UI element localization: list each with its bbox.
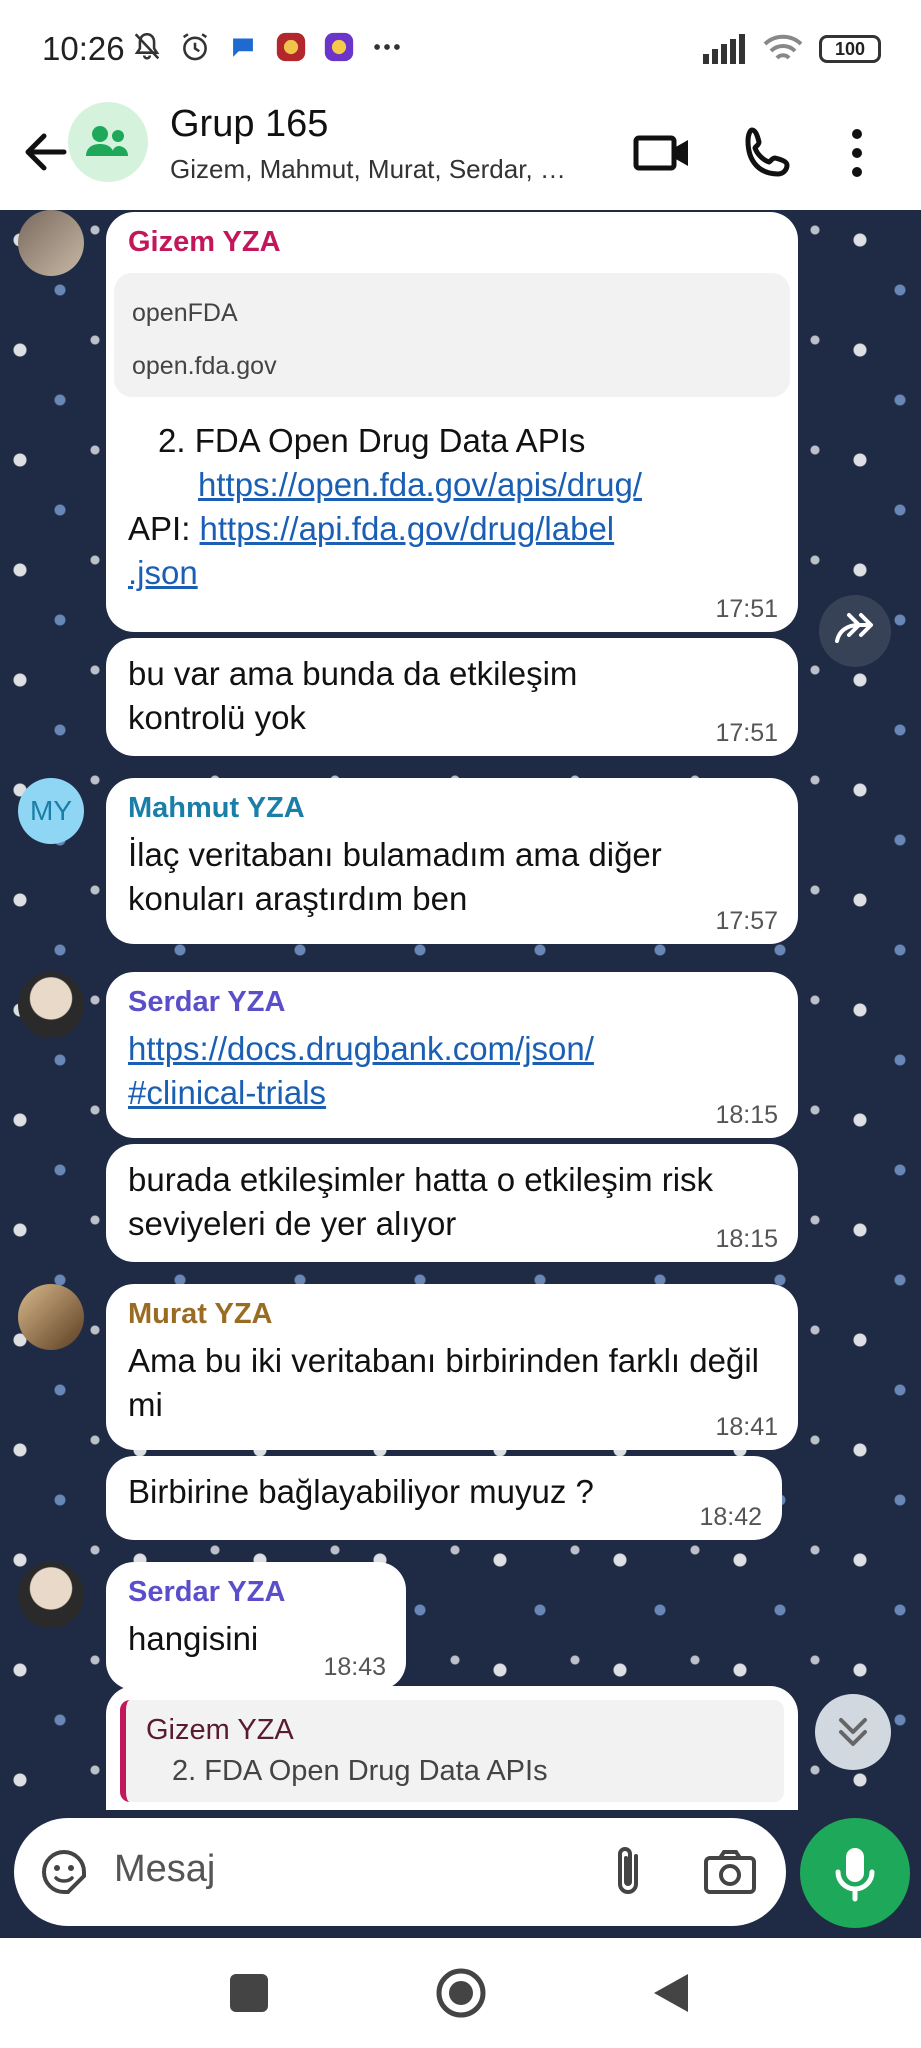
microphone-icon: [835, 1848, 875, 1902]
quote-sender: Gizem YZA: [146, 1714, 294, 1746]
battery-indicator: 100: [819, 35, 881, 63]
sender-name: Serdar YZA: [128, 986, 286, 1018]
message-text: Birbirine bağlayabiliyor muyuz ?: [128, 1473, 594, 1510]
avatar-serdar[interactable]: [18, 972, 84, 1038]
message-link[interactable]: https://open.fda.gov/apis/drug/: [198, 466, 642, 503]
video-call-icon[interactable]: [628, 118, 698, 188]
message-bubble[interactable]: bu var ama bunda da etkileşim kontrolü y…: [106, 638, 798, 756]
mute-bell-icon: [134, 32, 160, 60]
camera-icon[interactable]: [700, 1844, 760, 1900]
more-notifications-icon: [374, 44, 400, 50]
avatar-murat[interactable]: [18, 1284, 84, 1350]
status-indicators: 100: [703, 34, 881, 64]
sender-name: Serdar YZA: [128, 1576, 286, 1608]
forward-button[interactable]: [819, 595, 891, 667]
message-bubble[interactable]: Murat YZA Ama bu iki veritabanı birbirin…: [106, 1284, 798, 1450]
message-bubble[interactable]: Mahmut YZA İlaç veritabanı bulamadım ama…: [106, 778, 798, 944]
message-time: 17:51: [715, 719, 778, 747]
double-chevron-down-icon: [839, 1718, 867, 1746]
avatar-gizem[interactable]: [18, 210, 84, 276]
home-button[interactable]: [434, 1966, 488, 2020]
api-label: API:: [128, 510, 200, 547]
message-time: 18:15: [715, 1101, 778, 1129]
avatar-serdar[interactable]: [18, 1562, 84, 1628]
status-bar: 10:26 100: [0, 0, 921, 98]
message-link[interactable]: https://docs.drugbank.com/json/: [128, 1030, 594, 1067]
back-button[interactable]: [648, 1970, 692, 2016]
message-time: 17:51: [715, 595, 778, 623]
chat-members[interactable]: Gizem, Mahmut, Murat, Serdar, …: [170, 154, 566, 185]
message-bubble[interactable]: Gizem YZA openFDA open.fda.gov 2. FDA Op…: [106, 212, 798, 632]
avatar-mahmut[interactable]: MY: [18, 778, 84, 844]
chat-header: Grup 165 Gizem, Mahmut, Murat, Serdar, …: [0, 98, 921, 210]
forward-icon: [835, 613, 873, 643]
group-avatar[interactable]: [68, 102, 184, 182]
message-list[interactable]: Gizem YZA openFDA open.fda.gov 2. FDA Op…: [0, 210, 921, 1810]
message-bubble[interactable]: Birbirine bağlayabiliyor muyuz ? 18:42: [106, 1456, 782, 1540]
message-time: 17:57: [715, 907, 778, 935]
scroll-down-button[interactable]: [815, 1694, 891, 1770]
game-app-icon: [276, 32, 306, 62]
wifi-icon: [763, 34, 803, 60]
message-bubble[interactable]: Serdar YZA hangisini 18:43: [106, 1562, 406, 1690]
quote-text: 2. FDA Open Drug Data APIs: [172, 1755, 548, 1787]
message-time: 18:43: [323, 1653, 386, 1681]
notification-icons: [130, 30, 404, 64]
group-icon: [86, 126, 128, 156]
attach-icon[interactable]: [600, 1842, 656, 1902]
status-time: 10:26: [42, 30, 125, 67]
message-bubble[interactable]: Gizem YZA 2. FDA Open Drug Data APIs: [106, 1686, 798, 1810]
avatar-initials: MY: [30, 795, 72, 826]
message-text: Ama bu iki veritabanı birbirinden farklı…: [128, 1342, 759, 1423]
app-icon: [324, 32, 354, 62]
message-bubble[interactable]: Serdar YZA https://docs.drugbank.com/jso…: [106, 972, 798, 1138]
voice-call-icon[interactable]: [734, 118, 804, 188]
message-time: 18:41: [715, 1413, 778, 1441]
sender-name: Gizem YZA: [128, 226, 281, 258]
message-link[interactable]: https://api.fda.gov/drug/label: [200, 510, 615, 547]
quoted-message[interactable]: Gizem YZA 2. FDA Open Drug Data APIs: [120, 1700, 784, 1802]
preview-url: open.fda.gov: [132, 352, 277, 380]
message-composer: Mesaj: [14, 1818, 786, 1926]
message-link[interactable]: #clinical-trials: [128, 1074, 326, 1111]
sender-name: Mahmut YZA: [128, 792, 305, 824]
chat-app-icon: [233, 38, 253, 57]
alarm-icon: [182, 33, 208, 61]
message-text: bu var ama bunda da etkileşim kontrolü y…: [128, 655, 578, 736]
signal-icon: [703, 34, 745, 64]
system-nav-bar: [0, 1938, 921, 2048]
preview-title: openFDA: [132, 299, 238, 327]
message-time: 18:15: [715, 1225, 778, 1253]
link-preview[interactable]: openFDA open.fda.gov: [114, 273, 790, 397]
voice-message-button[interactable]: [800, 1818, 910, 1928]
chat-title[interactable]: Grup 165: [170, 103, 328, 146]
sticker-icon[interactable]: [36, 1844, 92, 1900]
message-link[interactable]: .json: [128, 554, 198, 591]
message-input[interactable]: Mesaj: [114, 1848, 215, 1891]
message-text: İlaç veritabanı bulamadım ama diğer konu…: [128, 836, 662, 917]
message-time: 18:42: [699, 1503, 762, 1531]
message-text: burada etkileşimler hatta o etkileşim ri…: [128, 1161, 714, 1242]
sender-name: Murat YZA: [128, 1298, 273, 1330]
message-bubble[interactable]: burada etkileşimler hatta o etkileşim ri…: [106, 1144, 798, 1262]
more-options-icon[interactable]: [832, 118, 882, 188]
recents-button[interactable]: [230, 1974, 268, 2012]
message-text: 2. FDA Open Drug Data APIs: [158, 422, 586, 459]
